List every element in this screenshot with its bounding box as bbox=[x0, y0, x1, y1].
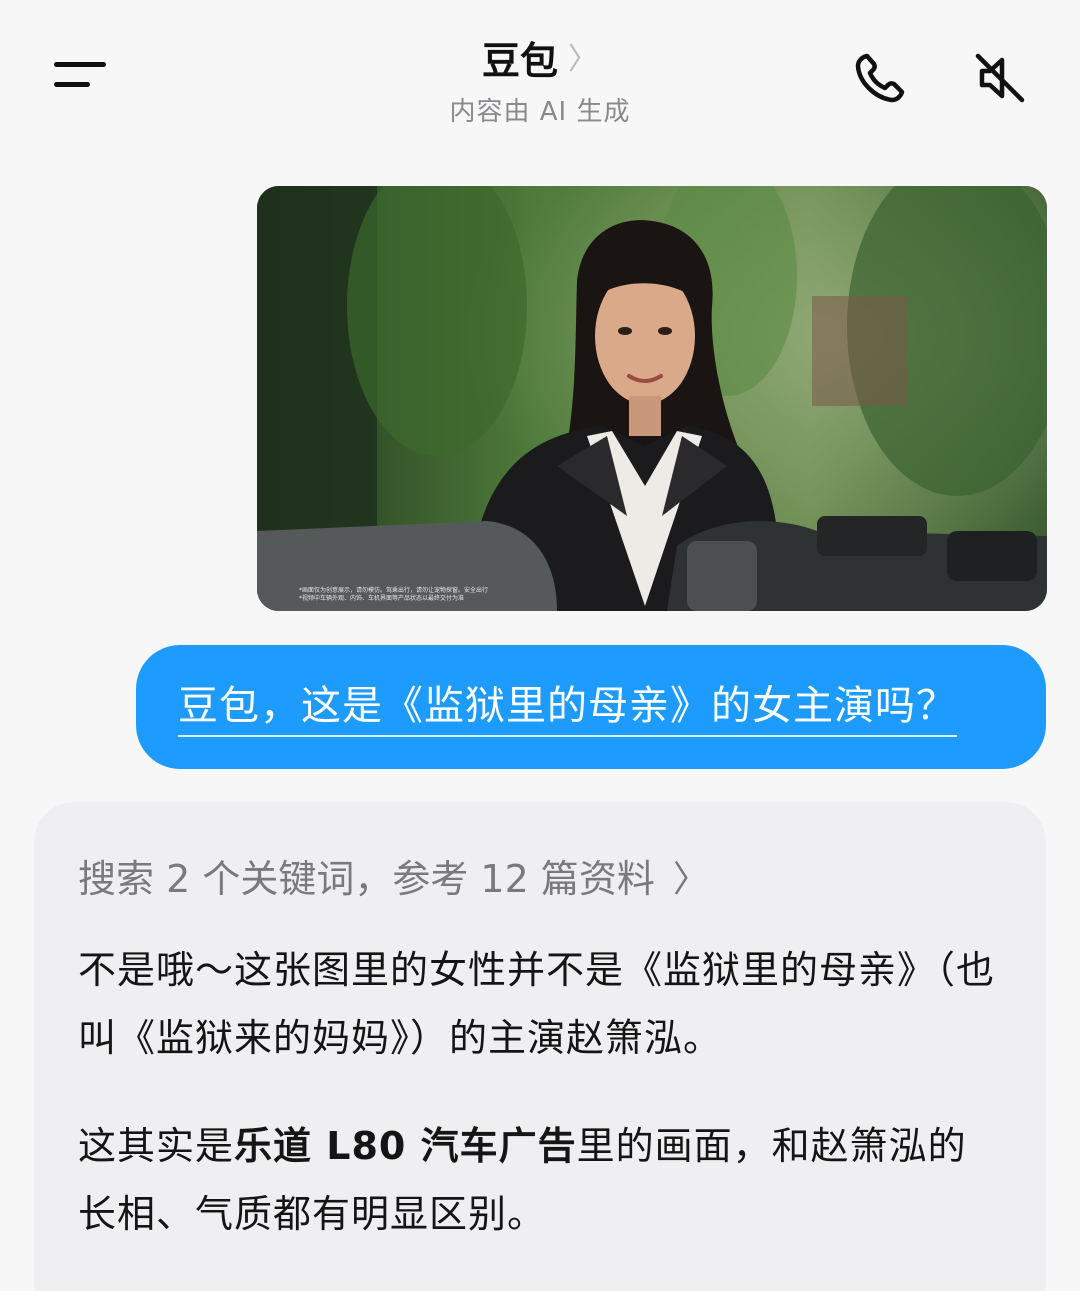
reply-para2-pre: 这其实是 bbox=[78, 1124, 235, 1168]
chevron-right-icon: 〉 bbox=[672, 858, 709, 900]
chevron-right-icon: 〉 bbox=[568, 41, 598, 77]
ai-generated-notice: 内容由 AI 生成 bbox=[449, 97, 631, 127]
image-caption-1: *画面仅为创意展示，请勿模仿。驾乘出行，请勿让宠物探窗。安全出行 bbox=[299, 586, 488, 594]
mute-speaker-icon[interactable] bbox=[970, 48, 1030, 108]
chat-screen: 豆包 〉 内容由 AI 生成 *画面仅为创意展示，请勿模仿。驾乘出行，请勿让宠物… bbox=[0, 0, 1080, 1291]
user-message-bubble[interactable]: 豆包，这是《监狱里的母亲》的女主演吗？ bbox=[136, 645, 1046, 769]
chat-header: 豆包 〉 内容由 AI 生成 bbox=[0, 30, 1080, 128]
sent-image[interactable]: *画面仅为创意展示，请勿模仿。驾乘出行，请勿让宠物探窗。安全出行 *视频中车辆外… bbox=[257, 186, 1047, 611]
search-summary-text: 搜索 2 个关键词，参考 12 篇资料 bbox=[78, 857, 655, 901]
search-sources-button[interactable]: 搜索 2 个关键词，参考 12 篇资料 〉 bbox=[78, 848, 709, 903]
reply-para2-bold: 乐道 L80 汽车广告 bbox=[234, 1124, 577, 1168]
phone-icon[interactable] bbox=[850, 48, 910, 108]
reply-paragraph-1: 不是哦～这张图里的女性并不是《监狱里的母亲》（也叫《监狱来的妈妈》）的主演赵箫泓… bbox=[78, 948, 996, 1060]
image-caption-2: *视频中车辆外观、内饰、车机界面等产品状态以最终交付为准 bbox=[299, 594, 464, 602]
bot-name-button[interactable]: 豆包 〉 bbox=[482, 30, 598, 85]
user-message-text: 豆包，这是《监狱里的母亲》的女主演吗？ bbox=[178, 673, 957, 737]
ai-reply-card: 搜索 2 个关键词，参考 12 篇资料 〉 不是哦～这张图里的女性并不是《监狱里… bbox=[34, 802, 1046, 1291]
reply-paragraph-2: 这其实是乐道 L80 汽车广告里的画面，和赵箫泓的长相、气质都有明显区别。 bbox=[78, 1112, 998, 1248]
bot-name: 豆包 bbox=[481, 39, 558, 83]
